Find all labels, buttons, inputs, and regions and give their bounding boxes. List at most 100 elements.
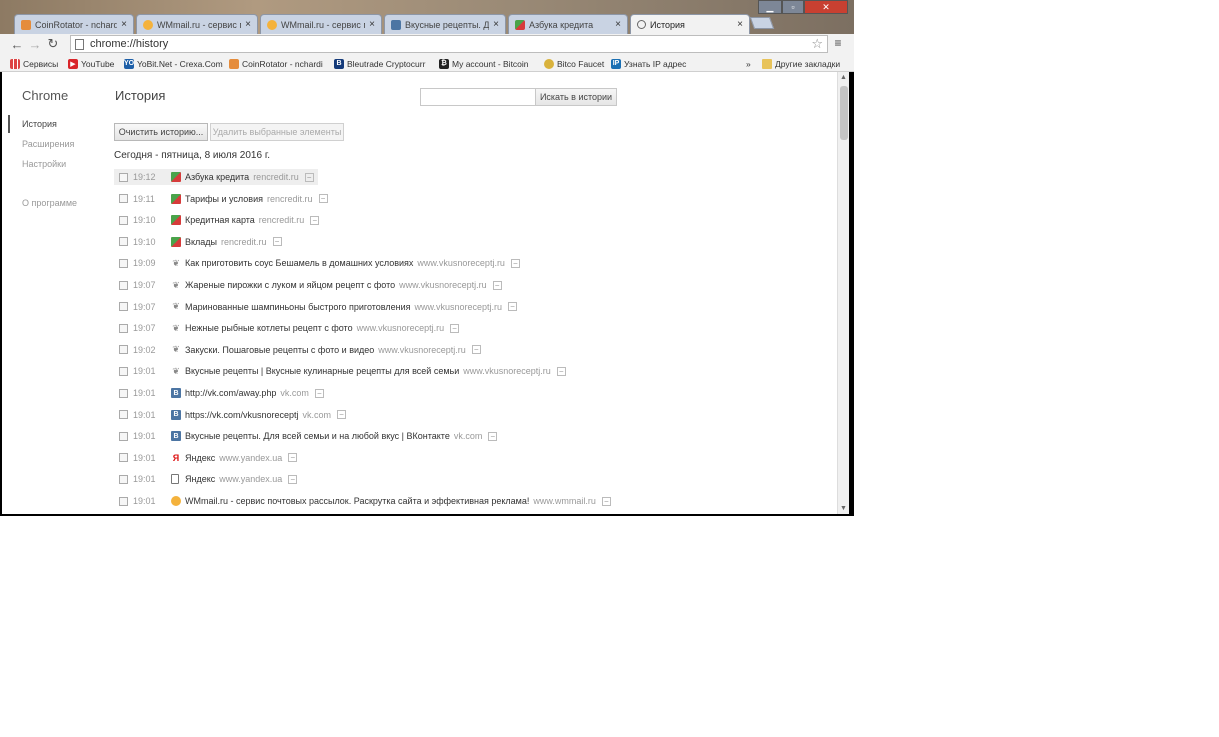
scroll-thumb[interactable] bbox=[840, 86, 848, 140]
entry-checkbox[interactable] bbox=[119, 172, 128, 182]
bookmark-yobit[interactable]: YO YoBit.Net - Crexa.Com bbox=[124, 57, 224, 70]
entry-checkbox[interactable] bbox=[119, 496, 128, 506]
tab-close-icon[interactable]: × bbox=[493, 19, 499, 30]
bookmark-ip[interactable]: IP Узнать IP адрес bbox=[611, 57, 691, 70]
history-entry[interactable]: 19:01 WMmail.ru - сервис почтовых рассыло… bbox=[114, 493, 615, 509]
entry-checkbox[interactable] bbox=[119, 280, 128, 290]
entry-title-link[interactable]: Закуски. Пошаговые рецепты с фото и виде… bbox=[185, 345, 374, 355]
entry-title-link[interactable]: Тарифы и условия bbox=[185, 194, 263, 204]
entry-menu-icon[interactable]: – bbox=[492, 280, 502, 290]
tab-vk-recipes[interactable]: Вкусные рецепты. Д... × bbox=[384, 14, 506, 34]
history-entry[interactable]: 19:02 ❦ Закуски. Пошаговые рецепты с фото … bbox=[114, 342, 485, 358]
bookmark-youtube[interactable]: ▶ YouTube bbox=[68, 57, 120, 70]
tab-azbuka[interactable]: Азбука кредита × bbox=[508, 14, 628, 34]
remove-selected-button[interactable]: Удалить выбранные элементы bbox=[210, 123, 344, 141]
new-tab-button[interactable] bbox=[749, 17, 775, 29]
tab-history[interactable]: История × bbox=[630, 14, 750, 34]
sidebar-item-history[interactable]: История bbox=[22, 119, 57, 129]
entry-title-link[interactable]: Жареные пирожки с луком и яйцом рецепт с… bbox=[185, 280, 395, 290]
history-entry[interactable]: 19:01 ❦ Вкусные рецепты | Вкусные кулинарн… bbox=[114, 363, 570, 379]
entry-checkbox[interactable] bbox=[119, 453, 128, 463]
address-bar[interactable]: chrome://history ☆ bbox=[70, 35, 828, 53]
entry-title-link[interactable]: Яндекс bbox=[185, 453, 215, 463]
entry-title-link[interactable]: WMmail.ru - сервис почтовых рассылок. Ра… bbox=[185, 496, 529, 506]
close-icon[interactable]: ✕ bbox=[804, 0, 848, 14]
entry-menu-icon[interactable]: – bbox=[288, 474, 298, 484]
bookmark-faucet[interactable]: Bitco Faucet bbox=[544, 57, 608, 70]
entry-menu-icon[interactable]: – bbox=[450, 323, 460, 333]
entry-menu-icon[interactable]: – bbox=[310, 215, 320, 225]
history-entry[interactable]: 19:07 ❦ Нежные рыбные котлеты рецепт с фот… bbox=[114, 320, 463, 336]
entry-menu-icon[interactable]: – bbox=[508, 302, 518, 312]
scrollbar[interactable]: ▲ ▼ bbox=[837, 72, 849, 514]
entry-title-link[interactable]: Нежные рыбные котлеты рецепт с фото bbox=[185, 323, 353, 333]
scroll-up-icon[interactable]: ▲ bbox=[840, 74, 847, 81]
history-entry[interactable]: 19:09 ❦ Как приготовить соус Бешамель в до… bbox=[114, 255, 524, 271]
entry-title-link[interactable]: Азбука кредита bbox=[185, 172, 249, 182]
star-icon[interactable]: ☆ bbox=[811, 36, 823, 52]
search-input[interactable] bbox=[420, 88, 536, 106]
tab-coinrotator[interactable]: CoinRotator - nchardi × bbox=[14, 14, 134, 34]
entry-menu-icon[interactable]: – bbox=[556, 366, 566, 376]
history-entry[interactable]: 19:07 ❦ Жареные пирожки с луком и яйцом ре… bbox=[114, 277, 506, 293]
entry-menu-icon[interactable]: – bbox=[471, 345, 481, 355]
tab-close-icon[interactable]: × bbox=[737, 19, 743, 30]
entry-menu-icon[interactable]: – bbox=[337, 410, 347, 420]
history-entry[interactable]: 19:11 Тарифы и условия rencredit.ru – bbox=[114, 191, 332, 207]
entry-title-link[interactable]: Вклады bbox=[185, 237, 217, 247]
bookmark-coinrotator[interactable]: CoinRotator - nchardi bbox=[229, 57, 329, 70]
entry-menu-icon[interactable]: – bbox=[288, 453, 298, 463]
tab-wmmail-1[interactable]: WMmail.ru - сервис по × bbox=[136, 14, 258, 34]
entry-title-link[interactable]: https://vk.com/vkusnoreceptj bbox=[185, 410, 299, 420]
history-entry[interactable]: 19:01 B Вкусные рецепты. Для всей семьи и … bbox=[114, 428, 501, 444]
minimize-icon[interactable]: ▁ bbox=[758, 0, 782, 14]
forward-arrow-icon[interactable]: → bbox=[26, 35, 44, 53]
reload-icon[interactable]: ↻ bbox=[44, 35, 62, 53]
maximize-icon[interactable]: ▫ bbox=[782, 0, 804, 14]
history-entry[interactable]: 19:01 Bhttps://vk.com/vkusnoreceptj vk.com… bbox=[114, 407, 350, 423]
bookmark-apps[interactable]: Сервисы bbox=[10, 57, 66, 70]
search-history-button[interactable]: Искать в истории bbox=[535, 88, 617, 106]
entry-menu-icon[interactable]: – bbox=[510, 258, 520, 268]
entry-menu-icon[interactable]: – bbox=[314, 388, 324, 398]
history-entry[interactable]: 19:01 Bhttp://vk.com/away.php vk.com – bbox=[114, 385, 328, 401]
entry-checkbox[interactable] bbox=[119, 194, 128, 204]
history-entry[interactable]: 19:07 ❦ Маринованные шампиньоны быстрого п… bbox=[114, 299, 521, 315]
entry-title-link[interactable]: http://vk.com/away.php bbox=[185, 388, 276, 398]
history-entry[interactable]: 19:12 Азбука кредита rencredit.ru – bbox=[114, 169, 318, 185]
clear-history-button[interactable]: Очистить историю... bbox=[114, 123, 208, 141]
entry-title-link[interactable]: Маринованные шампиньоны быстрого пригото… bbox=[185, 302, 411, 312]
entry-menu-icon[interactable]: – bbox=[318, 194, 328, 204]
entry-checkbox[interactable] bbox=[119, 323, 128, 333]
entry-menu-icon[interactable]: – bbox=[304, 172, 314, 182]
entry-title-link[interactable]: Вкусные рецепты. Для всей семьи и на люб… bbox=[185, 431, 450, 441]
other-bookmarks[interactable]: Другие закладки bbox=[762, 57, 852, 70]
history-entry[interactable]: 19:10 Вклады rencredit.ru – bbox=[114, 234, 286, 250]
entry-checkbox[interactable] bbox=[119, 302, 128, 312]
entry-checkbox[interactable] bbox=[119, 345, 128, 355]
entry-checkbox[interactable] bbox=[119, 258, 128, 268]
entry-menu-icon[interactable]: – bbox=[488, 431, 498, 441]
tab-close-icon[interactable]: × bbox=[615, 19, 621, 30]
sidebar-item-about[interactable]: О программе bbox=[22, 198, 77, 208]
entry-title-link[interactable]: Яндекс bbox=[185, 474, 215, 484]
sidebar-item-extensions[interactable]: Расширения bbox=[22, 139, 74, 149]
back-arrow-icon[interactable]: ← bbox=[8, 35, 26, 53]
bookmark-my-account[interactable]: ₿ My account - Bitcoin bbox=[439, 57, 539, 70]
entry-title-link[interactable]: Как приготовить соус Бешамель в домашних… bbox=[185, 258, 413, 268]
entry-title-link[interactable]: Вкусные рецепты | Вкусные кулинарные рец… bbox=[185, 366, 459, 376]
bookmarks-overflow-button[interactable]: » bbox=[746, 57, 756, 70]
entry-checkbox[interactable] bbox=[119, 474, 128, 484]
entry-checkbox[interactable] bbox=[119, 237, 128, 247]
scroll-down-icon[interactable]: ▼ bbox=[840, 505, 847, 512]
entry-checkbox[interactable] bbox=[119, 431, 128, 441]
tab-wmmail-2[interactable]: WMmail.ru - сервис по × bbox=[260, 14, 382, 34]
entry-checkbox[interactable] bbox=[119, 215, 128, 225]
history-entry[interactable]: 19:01 Яндекс www.yandex.ua – bbox=[114, 471, 301, 487]
entry-checkbox[interactable] bbox=[119, 410, 128, 420]
entry-menu-icon[interactable]: – bbox=[601, 496, 611, 506]
sidebar-item-settings[interactable]: Настройки bbox=[22, 159, 66, 169]
tab-close-icon[interactable]: × bbox=[369, 19, 375, 30]
tab-close-icon[interactable]: × bbox=[121, 19, 127, 30]
menu-icon[interactable]: ≡ bbox=[831, 36, 845, 50]
